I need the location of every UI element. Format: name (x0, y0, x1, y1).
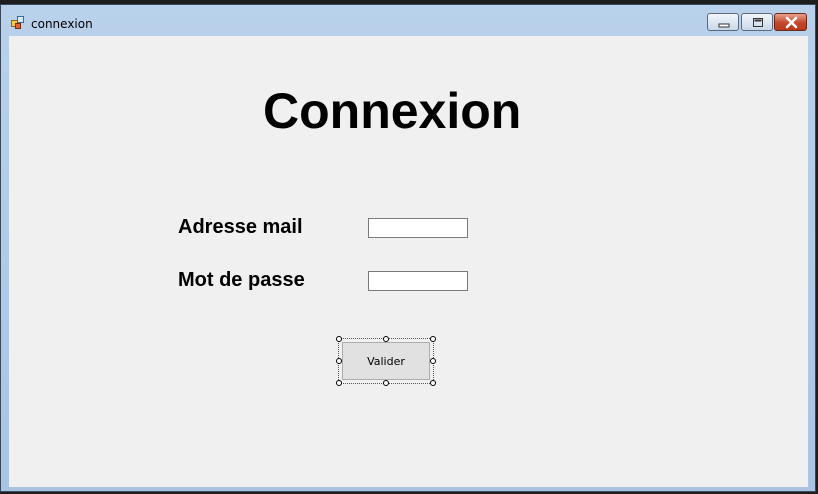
app-window: connexion Connexion Adresse mail Mot de … (0, 4, 816, 492)
email-field[interactable] (368, 218, 468, 238)
resize-handle-top-right[interactable] (430, 336, 436, 342)
maximize-button[interactable] (741, 13, 773, 31)
resize-handle-right[interactable] (430, 358, 436, 364)
page-title: Connexion (263, 83, 522, 139)
window-title: connexion (31, 17, 93, 31)
close-button[interactable] (774, 13, 807, 31)
resize-handle-bottom-left[interactable] (336, 380, 342, 386)
submit-button-selection: Valider (336, 336, 436, 386)
password-label: Mot de passe (178, 269, 305, 291)
email-label: Adresse mail (178, 216, 303, 238)
form-icon (11, 16, 24, 29)
resize-handle-left[interactable] (336, 358, 342, 364)
submit-button[interactable]: Valider (342, 342, 430, 380)
minimize-icon (718, 23, 730, 28)
close-icon (785, 16, 798, 29)
resize-handle-top-left[interactable] (336, 336, 342, 342)
resize-handle-bottom[interactable] (383, 380, 389, 386)
maximize-icon (753, 18, 763, 27)
resize-handle-top[interactable] (383, 336, 389, 342)
title-bar[interactable]: connexion (1, 5, 815, 35)
minimize-button[interactable] (707, 13, 739, 31)
password-field[interactable] (368, 271, 468, 291)
resize-handle-bottom-right[interactable] (430, 380, 436, 386)
form-client-area: Connexion Adresse mail Mot de passe Vali… (9, 36, 808, 487)
